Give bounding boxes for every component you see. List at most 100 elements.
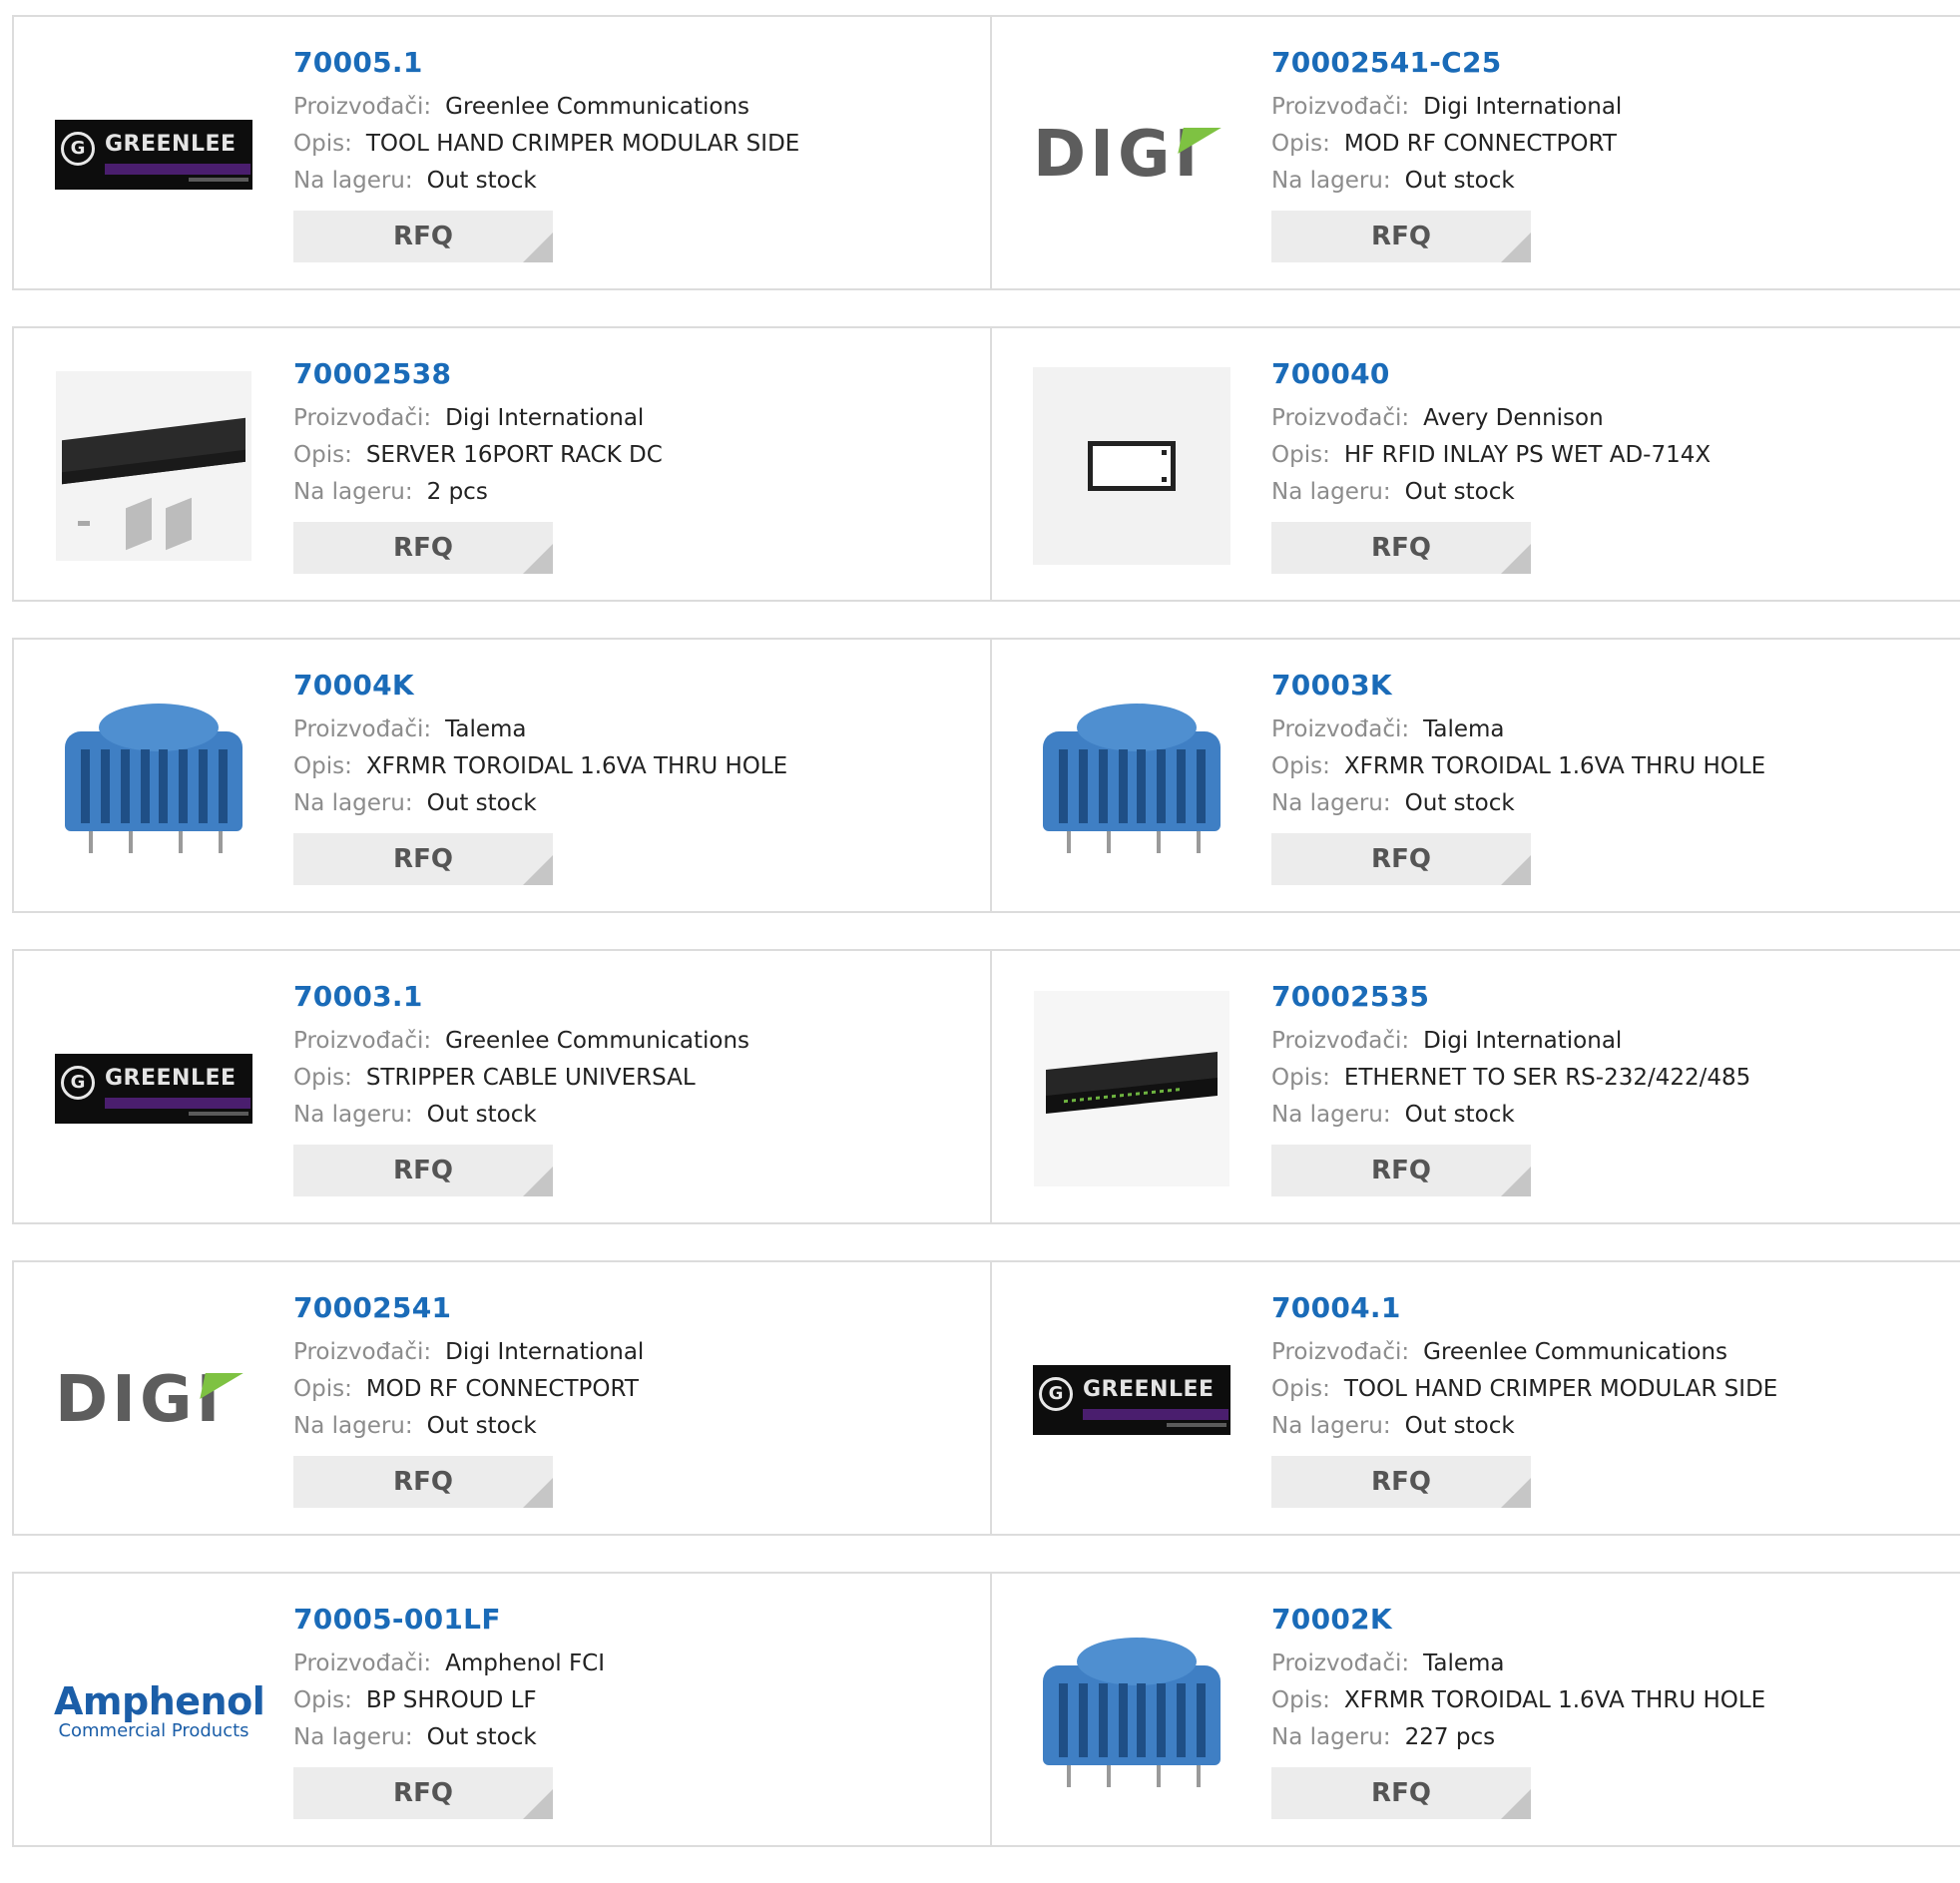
transformer-fin [1119,749,1128,823]
manufacturer-line: Proizvođači: Talema [293,711,787,748]
mounting-screw [78,521,90,526]
manufacturer-label: Proizvođači: [293,94,432,120]
rfq-button[interactable]: RFQ [1271,211,1531,262]
rfq-button[interactable]: RFQ [1271,833,1531,885]
manufacturer-line: Proizvođači: Talema [1271,711,1765,748]
description-label: Opis: [293,753,352,779]
part-number-link[interactable]: 70002541 [293,1290,644,1326]
rfq-button[interactable]: RFQ [293,1456,553,1508]
stock-line: Na lageru: Out stock [293,163,799,200]
manufacturer-label: Proizvođači: [1271,1028,1410,1054]
part-number-link[interactable]: 70002535 [1271,979,1750,1015]
part-number-link[interactable]: 70003K [1271,668,1765,704]
rfq-button[interactable]: RFQ [1271,1145,1531,1196]
description-line: Opis: STRIPPER CABLE UNIVERSAL [293,1060,749,1097]
part-number-link[interactable]: 70002541-C25 [1271,45,1622,81]
manufacturer-label: Proizvođači: [1271,716,1410,742]
product-info: 700040 Proizvođači: Avery Dennison Opis: HF … [1271,356,1711,574]
product-image[interactable] [1032,366,1231,566]
product-info: 70004K Proizvođači: Talema Opis: XFRMR TOROI… [293,668,787,885]
manufacturer-value: Talema [1423,1650,1505,1676]
product-info: 70004.1 Proizvođači: Greenlee Communicatio… [1271,1290,1777,1508]
product-image[interactable]: DIGI [54,1300,253,1500]
transformer-top [1077,1638,1197,1685]
product-image[interactable]: G GREENLEE [1032,1300,1231,1500]
product-info: 70002541 Proizvođači: Digi International Op… [293,1290,644,1508]
part-number-link[interactable]: 70002538 [293,356,663,392]
rfq-button[interactable]: RFQ [293,522,553,574]
description-value: SERVER 16PORT RACK DC [365,442,663,468]
manufacturer-label: Proizvođači: [1271,94,1410,120]
stock-value: 227 pcs [1404,1724,1496,1750]
description-line: Opis: MOD RF CONNECTPORT [1271,126,1622,163]
description-label: Opis: [1271,753,1330,779]
transformer-fin [1197,1683,1206,1757]
part-number-link[interactable]: 70004K [293,668,787,704]
stock-label: Na lageru: [293,1413,413,1439]
transformer-fin [1157,749,1166,823]
product-image[interactable] [1032,989,1231,1188]
rfq-button[interactable]: RFQ [293,1767,553,1819]
manufacturer-value: Greenlee Communications [445,94,750,120]
part-number-link[interactable]: 70002K [1271,1602,1765,1638]
description-line: Opis: SERVER 16PORT RACK DC [293,437,663,474]
manufacturer-label: Proizvođači: [1271,1339,1410,1365]
part-number-link[interactable]: 70005.1 [293,45,799,81]
transformer-pin [1107,1765,1111,1787]
description-value: MOD RF CONNECTPORT [1343,131,1617,157]
amphenol-subtitle: Commercial Products [58,1720,249,1741]
description-value: MOD RF CONNECTPORT [365,1376,639,1402]
description-value: HF RFID INLAY PS WET AD-714X [1343,442,1712,468]
product-image[interactable]: Amphenol Commercial Products [54,1612,265,1811]
part-number-link[interactable]: 70003.1 [293,979,749,1015]
product-row: DIGI 70002541 Proizvođači: Digi Internation… [12,1260,1960,1536]
description-value: XFRMR TOROIDAL 1.6VA THRU HOLE [1343,753,1766,779]
part-number-link[interactable]: 700040 [1271,356,1711,392]
greenlee-stripe [1083,1409,1228,1420]
transformer-fin [1059,1683,1068,1757]
transformer-photo [59,698,248,857]
product-image[interactable] [54,366,253,566]
stock-label: Na lageru: [293,479,413,505]
product-image[interactable]: DIGI [1032,55,1231,254]
rfq-button[interactable]: RFQ [293,211,553,262]
greenlee-wordmark: GREENLEE [1083,1377,1215,1402]
stock-label: Na lageru: [1271,168,1391,194]
transformer-fin [179,749,188,823]
stock-value: Out stock [1404,168,1515,194]
manufacturer-label: Proizvođači: [1271,1650,1410,1676]
product-card: 70002K Proizvođači: Talema Opis: XFRMR TOROI… [990,1574,1960,1845]
product-image[interactable] [1032,1612,1231,1811]
product-card: G GREENLEE 70005.1 Proizvođači: Greenlee Com… [14,17,990,288]
stock-line: Na lageru: Out stock [1271,1408,1777,1445]
stock-value: Out stock [1404,1102,1515,1128]
rfq-button[interactable]: RFQ [293,833,553,885]
manufacturer-value: Greenlee Communications [1423,1339,1728,1365]
transformer-pin [1067,1765,1071,1787]
stock-line: Na lageru: Out stock [1271,163,1622,200]
transformer-top [1077,704,1197,751]
product-image[interactable]: G GREENLEE [54,55,253,254]
rfq-button[interactable]: RFQ [1271,522,1531,574]
manufacturer-line: Proizvođači: Greenlee Communications [1271,1334,1777,1371]
stock-line: Na lageru: Out stock [293,785,787,822]
part-number-link[interactable]: 70005-001LF [293,1602,605,1638]
product-image[interactable]: G GREENLEE [54,989,253,1188]
rfq-button[interactable]: RFQ [293,1145,553,1196]
manufacturer-line: Proizvođači: Digi International [1271,89,1622,126]
rfq-button[interactable]: RFQ [1271,1456,1531,1508]
manufacturer-line: Proizvođači: Greenlee Communications [293,89,799,126]
transformer-fin [141,749,150,823]
stock-value: Out stock [1404,790,1515,816]
product-image[interactable] [1032,678,1231,877]
description-label: Opis: [293,1376,352,1402]
part-number-link[interactable]: 70004.1 [1271,1290,1777,1326]
rfq-button[interactable]: RFQ [1271,1767,1531,1819]
product-image[interactable] [54,678,253,877]
description-label: Opis: [293,442,352,468]
amphenol-logo: Amphenol Commercial Products [54,1682,265,1741]
manufacturer-value: Avery Dennison [1423,405,1604,431]
greenlee-g-mark: G [61,132,95,166]
product-info: 70002541-C25 Proizvođači: Digi Internation… [1271,45,1622,262]
manufacturer-line: Proizvođači: Greenlee Communications [293,1023,749,1060]
